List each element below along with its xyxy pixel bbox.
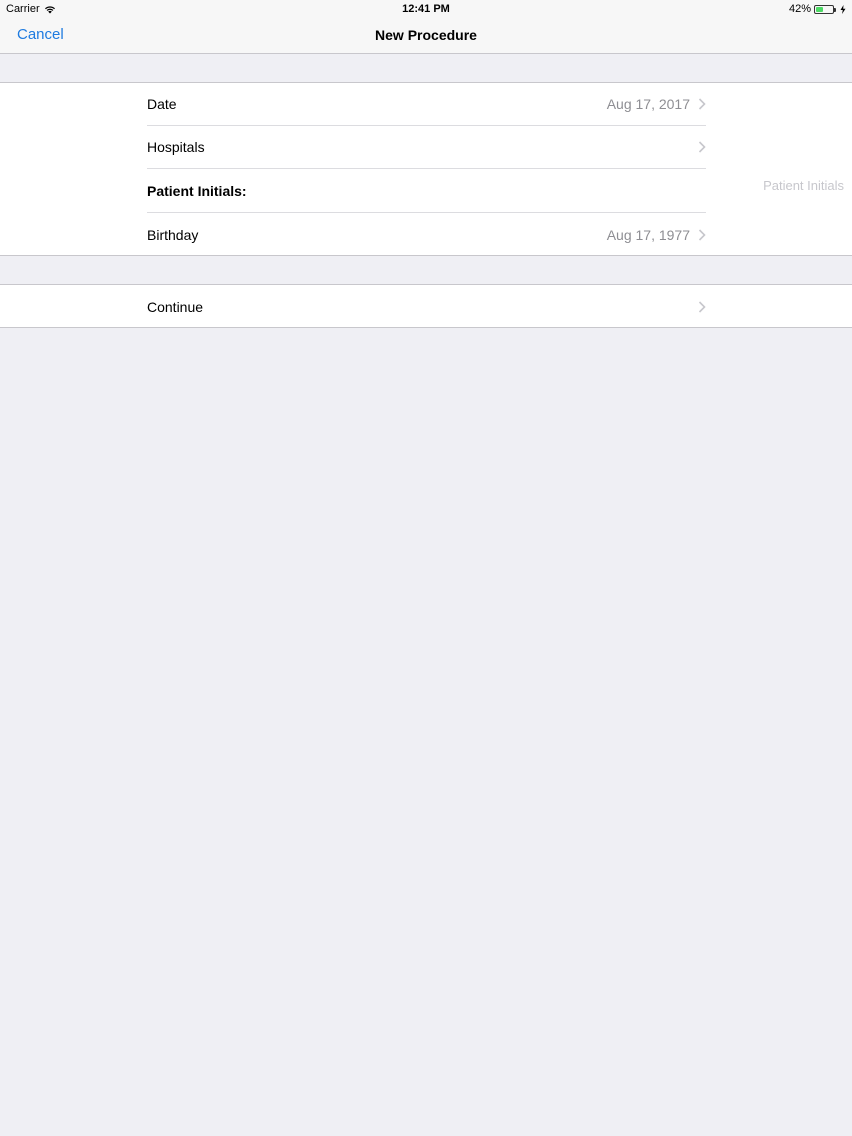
hospitals-label: Hospitals — [147, 139, 205, 155]
date-label: Date — [147, 96, 177, 112]
date-row[interactable]: Date Aug 17, 2017 — [147, 83, 706, 126]
charging-icon — [840, 4, 846, 14]
status-time: 12:41 PM — [402, 3, 450, 15]
chevron-right-icon — [698, 228, 706, 241]
patient-initials-input[interactable] — [724, 178, 844, 193]
patient-initials-row: Patient Initials: — [147, 169, 706, 213]
battery-icon — [814, 4, 836, 14]
hospitals-row[interactable]: Hospitals — [147, 126, 706, 169]
status-right: 42% — [789, 3, 846, 15]
birthday-value: Aug 17, 1977 — [606, 226, 690, 243]
continue-label: Continue — [147, 298, 204, 315]
chevron-right-icon — [698, 141, 706, 153]
continue-row[interactable]: Continue — [147, 285, 706, 328]
battery-percent: 42% — [788, 3, 811, 15]
birthday-label: Birthday — [147, 226, 199, 243]
battery-fill — [816, 6, 823, 12]
page-title: New Procedure — [375, 27, 477, 43]
chevron-right-icon — [698, 98, 706, 110]
status-bar: Carrier 12:41 PM 42% — [0, 0, 852, 18]
continue-section: Continue — [0, 284, 852, 328]
chevron-right-icon — [698, 300, 706, 313]
date-value: Aug 17, 2017 — [606, 96, 690, 112]
navigation-bar: Cancel New Procedure — [0, 18, 852, 54]
procedure-form-section: Date Aug 17, 2017 Hospitals Patient Init… — [0, 82, 852, 256]
birthday-row[interactable]: Birthday Aug 17, 1977 — [147, 213, 706, 256]
patient-initials-label: Patient Initials: — [147, 182, 247, 199]
